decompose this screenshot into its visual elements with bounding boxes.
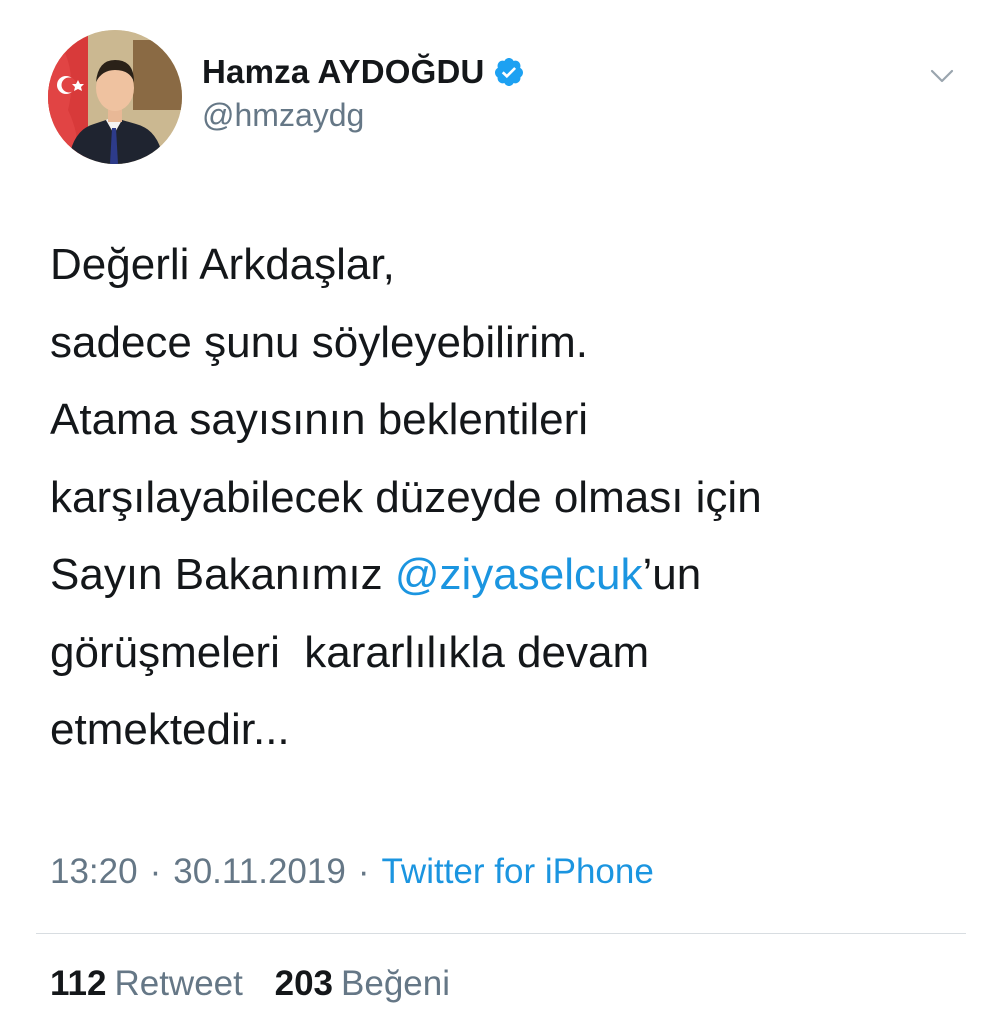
tweet-stats: 112 Retweet 203 Beğeni (50, 964, 450, 1004)
likes-label: Beğeni (341, 964, 450, 1003)
profile-photo (48, 30, 182, 164)
retweets-label: Retweet (114, 964, 243, 1003)
tweet-line: karşılayabilecek düzeyde olması için (50, 472, 762, 522)
display-name[interactable]: Hamza AYDOĞDU (202, 53, 485, 91)
tweet-line: etmektedir... (50, 705, 290, 754)
tweet-line: görüşmeleri kararlılıkla devam (50, 627, 650, 677)
retweets-stat[interactable]: 112 Retweet (50, 964, 243, 1003)
avatar[interactable] (48, 30, 182, 164)
author-name-row[interactable]: Hamza AYDOĞDU (202, 50, 525, 94)
divider (36, 933, 966, 934)
meta-separator: · (357, 852, 370, 891)
retweets-count: 112 (50, 964, 107, 1003)
tweet-text-segment: ’un (642, 550, 702, 599)
tweet-line: sadece şunu söyleyebilirim. (50, 317, 589, 367)
tweet-date[interactable]: 30.11.2019 (173, 852, 346, 891)
meta-separator: · (149, 852, 162, 891)
tweet-text-segment: Sayın Bakanımız (50, 550, 395, 599)
chevron-down-icon[interactable] (928, 62, 956, 90)
tweet-line: Değerli Arkdaşlar, (50, 240, 395, 289)
likes-count: 203 (274, 964, 334, 1003)
tweet-time[interactable]: 13:20 (50, 852, 138, 891)
tweet-line-with-mention: Sayın Bakanımız @ziyaselcuk’un (50, 536, 970, 614)
likes-stat[interactable]: 203 Beğeni (275, 964, 450, 1003)
author-handle[interactable]: @hmzaydg (202, 97, 364, 134)
tweet-line: Atama sayısının beklentileri (50, 395, 589, 444)
verified-badge-icon (493, 56, 525, 88)
tweet-source-link[interactable]: Twitter for iPhone (381, 852, 653, 891)
mention-link[interactable]: @ziyaselcuk (395, 550, 643, 599)
tweet-meta: 13:20 · 30.11.2019 · Twitter for iPhone (50, 852, 654, 892)
tweet-text: Değerli Arkdaşlar, sadece şunu söyleyebi… (50, 226, 970, 769)
